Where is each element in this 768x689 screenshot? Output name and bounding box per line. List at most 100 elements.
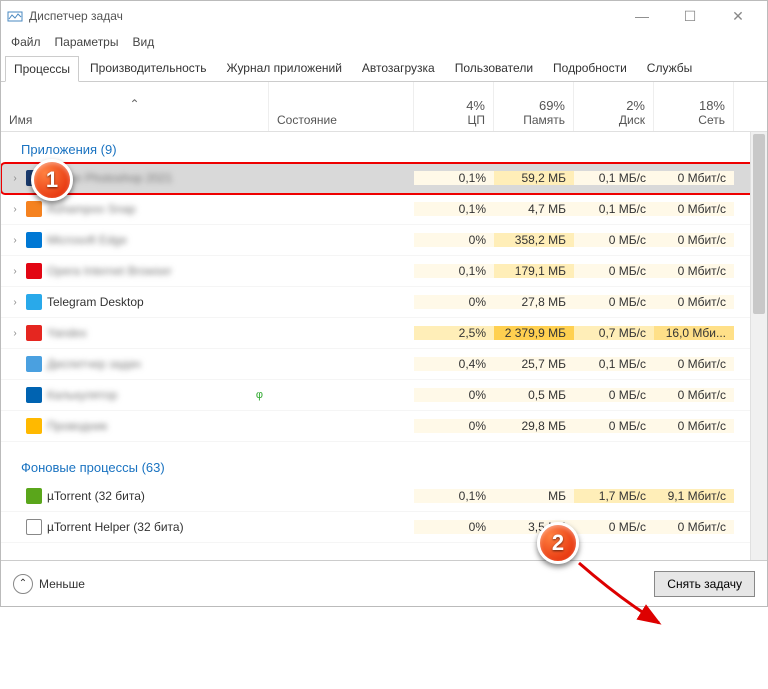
memory-value: МБ xyxy=(494,489,574,503)
process-row[interactable]: Диспетчер задач0,4%25,7 МБ0,1 МБ/с0 Мбит… xyxy=(1,349,767,380)
expand-icon[interactable]: › xyxy=(9,297,21,308)
memory-value: 29,8 МБ xyxy=(494,419,574,433)
menu-file[interactable]: Файл xyxy=(11,35,41,49)
tab-processes[interactable]: Процессы xyxy=(5,56,79,82)
disk-value: 0 МБ/с xyxy=(574,295,654,309)
cpu-value: 0,1% xyxy=(414,264,494,278)
tab-startup[interactable]: Автозагрузка xyxy=(353,55,444,81)
header-name[interactable]: ⌃ Имя xyxy=(1,82,269,131)
memory-value: 25,7 МБ xyxy=(494,357,574,371)
process-icon xyxy=(26,201,42,217)
process-row[interactable]: ›Yandex2,5%2 379,9 МБ0,7 МБ/с16,0 Мби... xyxy=(1,318,767,349)
expand-icon[interactable]: › xyxy=(9,328,21,339)
header-status[interactable]: Состояние xyxy=(269,82,414,131)
process-name: Проводник xyxy=(47,419,107,433)
header-cpu[interactable]: 4% ЦП xyxy=(414,82,494,131)
column-headers: ⌃ Имя Состояние 4% ЦП 69% Память 2% Диск… xyxy=(1,82,767,132)
tab-services[interactable]: Службы xyxy=(638,55,701,81)
disk-value: 0,1 МБ/с xyxy=(574,171,654,185)
titlebar: Диспетчер задач — ☐ ✕ xyxy=(1,1,767,31)
disk-value: 0,1 МБ/с xyxy=(574,357,654,371)
task-manager-window: Диспетчер задач — ☐ ✕ Файл Параметры Вид… xyxy=(0,0,768,607)
scrollbar-thumb[interactable] xyxy=(753,134,765,314)
network-value: 9,1 Мбит/с xyxy=(654,489,734,503)
memory-value: 59,2 МБ xyxy=(494,171,574,185)
process-name: Telegram Desktop xyxy=(47,295,144,309)
group-background[interactable]: Фоновые процессы (63) xyxy=(1,450,767,481)
cpu-value: 0% xyxy=(414,520,494,534)
network-value: 0 Мбит/с xyxy=(654,202,734,216)
process-icon xyxy=(26,356,42,372)
process-row[interactable]: › Ashampoo Snap 0,1%4,7 МБ0,1 МБ/с0 Мбит/с xyxy=(1,194,767,225)
tab-performance[interactable]: Производительность xyxy=(81,55,215,81)
tab-users[interactable]: Пользователи xyxy=(446,55,542,81)
header-network[interactable]: 18% Сеть xyxy=(654,82,734,131)
memory-value: 4,7 МБ xyxy=(494,202,574,216)
process-name: Калькулятор xyxy=(47,388,117,402)
process-row[interactable]: Калькуляторφ0%0,5 МБ0 МБ/с0 Мбит/с xyxy=(1,380,767,411)
menu-view[interactable]: Вид xyxy=(132,35,154,49)
tab-details[interactable]: Подробности xyxy=(544,55,636,81)
memory-value: 3,5 МБ xyxy=(494,520,574,534)
cpu-value: 0,4% xyxy=(414,357,494,371)
memory-value: 179,1 МБ xyxy=(494,264,574,278)
process-name: Adobe Photoshop 2021 xyxy=(47,171,172,185)
network-value: 0 Мбит/с xyxy=(654,233,734,247)
network-value: 0 Мбит/с xyxy=(654,295,734,309)
process-icon xyxy=(26,232,42,248)
process-name: Ashampoo Snap xyxy=(47,202,136,216)
expand-icon[interactable]: › xyxy=(9,173,21,184)
disk-value: 0,7 МБ/с xyxy=(574,326,654,340)
process-row[interactable]: µTorrent (32 бита) 0,1%МБ1,7 МБ/с9,1 Мбит… xyxy=(1,481,767,512)
network-value: 0 Мбит/с xyxy=(654,357,734,371)
cpu-value: 0% xyxy=(414,233,494,247)
close-button[interactable]: ✕ xyxy=(723,6,753,26)
disk-value: 0,1 МБ/с xyxy=(574,202,654,216)
process-row[interactable]: ›Telegram Desktop0%27,8 МБ0 МБ/с0 Мбит/с xyxy=(1,287,767,318)
process-list: Приложения (9) › Adobe Photoshop 2021 0,1%… xyxy=(1,132,767,560)
memory-value: 2 379,9 МБ xyxy=(494,326,574,340)
header-disk[interactable]: 2% Диск xyxy=(574,82,654,131)
process-icon xyxy=(26,488,42,504)
cpu-value: 2,5% xyxy=(414,326,494,340)
process-name: Opera Internet Browser xyxy=(47,264,172,278)
chevron-up-icon: ⌃ xyxy=(13,574,33,594)
process-row[interactable]: › Opera Internet Browser 0,1%179,1 МБ0 МБ/… xyxy=(1,256,767,287)
maximize-button[interactable]: ☐ xyxy=(675,6,705,26)
group-apps[interactable]: Приложения (9) xyxy=(1,132,767,163)
process-name: µTorrent (32 бита) xyxy=(47,489,145,503)
scrollbar[interactable] xyxy=(750,132,767,560)
fewer-details-button[interactable]: ⌃ Меньше xyxy=(13,574,85,594)
tab-app-history[interactable]: Журнал приложений xyxy=(218,55,351,81)
expand-icon[interactable]: › xyxy=(9,266,21,277)
disk-value: 0 МБ/с xyxy=(574,264,654,278)
cpu-value: 0,1% xyxy=(414,489,494,503)
menubar: Файл Параметры Вид xyxy=(1,31,767,53)
cpu-value: 0% xyxy=(414,419,494,433)
header-memory[interactable]: 69% Память xyxy=(494,82,574,131)
disk-value: 0 МБ/с xyxy=(574,520,654,534)
expand-icon[interactable]: › xyxy=(9,235,21,246)
expand-icon[interactable]: › xyxy=(9,204,21,215)
cpu-value: 0,1% xyxy=(414,202,494,216)
menu-options[interactable]: Параметры xyxy=(55,35,119,49)
tabs: Процессы Производительность Журнал прило… xyxy=(1,53,767,82)
sort-indicator-icon: ⌃ xyxy=(9,95,260,113)
cpu-value: 0% xyxy=(414,388,494,402)
process-row[interactable]: µTorrent Helper (32 бита)0%3,5 МБ0 МБ/с0… xyxy=(1,512,767,543)
process-icon xyxy=(26,387,42,403)
disk-value: 0 МБ/с xyxy=(574,419,654,433)
network-value: 16,0 Мби... xyxy=(654,326,734,340)
network-value: 0 Мбит/с xyxy=(654,388,734,402)
cpu-value: 0,1% xyxy=(414,171,494,185)
disk-value: 1,7 МБ/с xyxy=(574,489,654,503)
end-task-button[interactable]: Снять задачу xyxy=(654,571,755,597)
memory-value: 358,2 МБ xyxy=(494,233,574,247)
footer: ⌃ Меньше Снять задачу xyxy=(1,560,767,606)
process-row[interactable]: ›Microsoft Edge0%358,2 МБ0 МБ/с0 Мбит/с xyxy=(1,225,767,256)
process-row[interactable]: › Adobe Photoshop 2021 0,1%59,2 МБ0,1 МБ/с… xyxy=(1,163,767,194)
app-icon xyxy=(7,8,23,24)
minimize-button[interactable]: — xyxy=(627,6,657,26)
process-row[interactable]: Проводник0%29,8 МБ0 МБ/с0 Мбит/с xyxy=(1,411,767,442)
network-value: 0 Мбит/с xyxy=(654,264,734,278)
